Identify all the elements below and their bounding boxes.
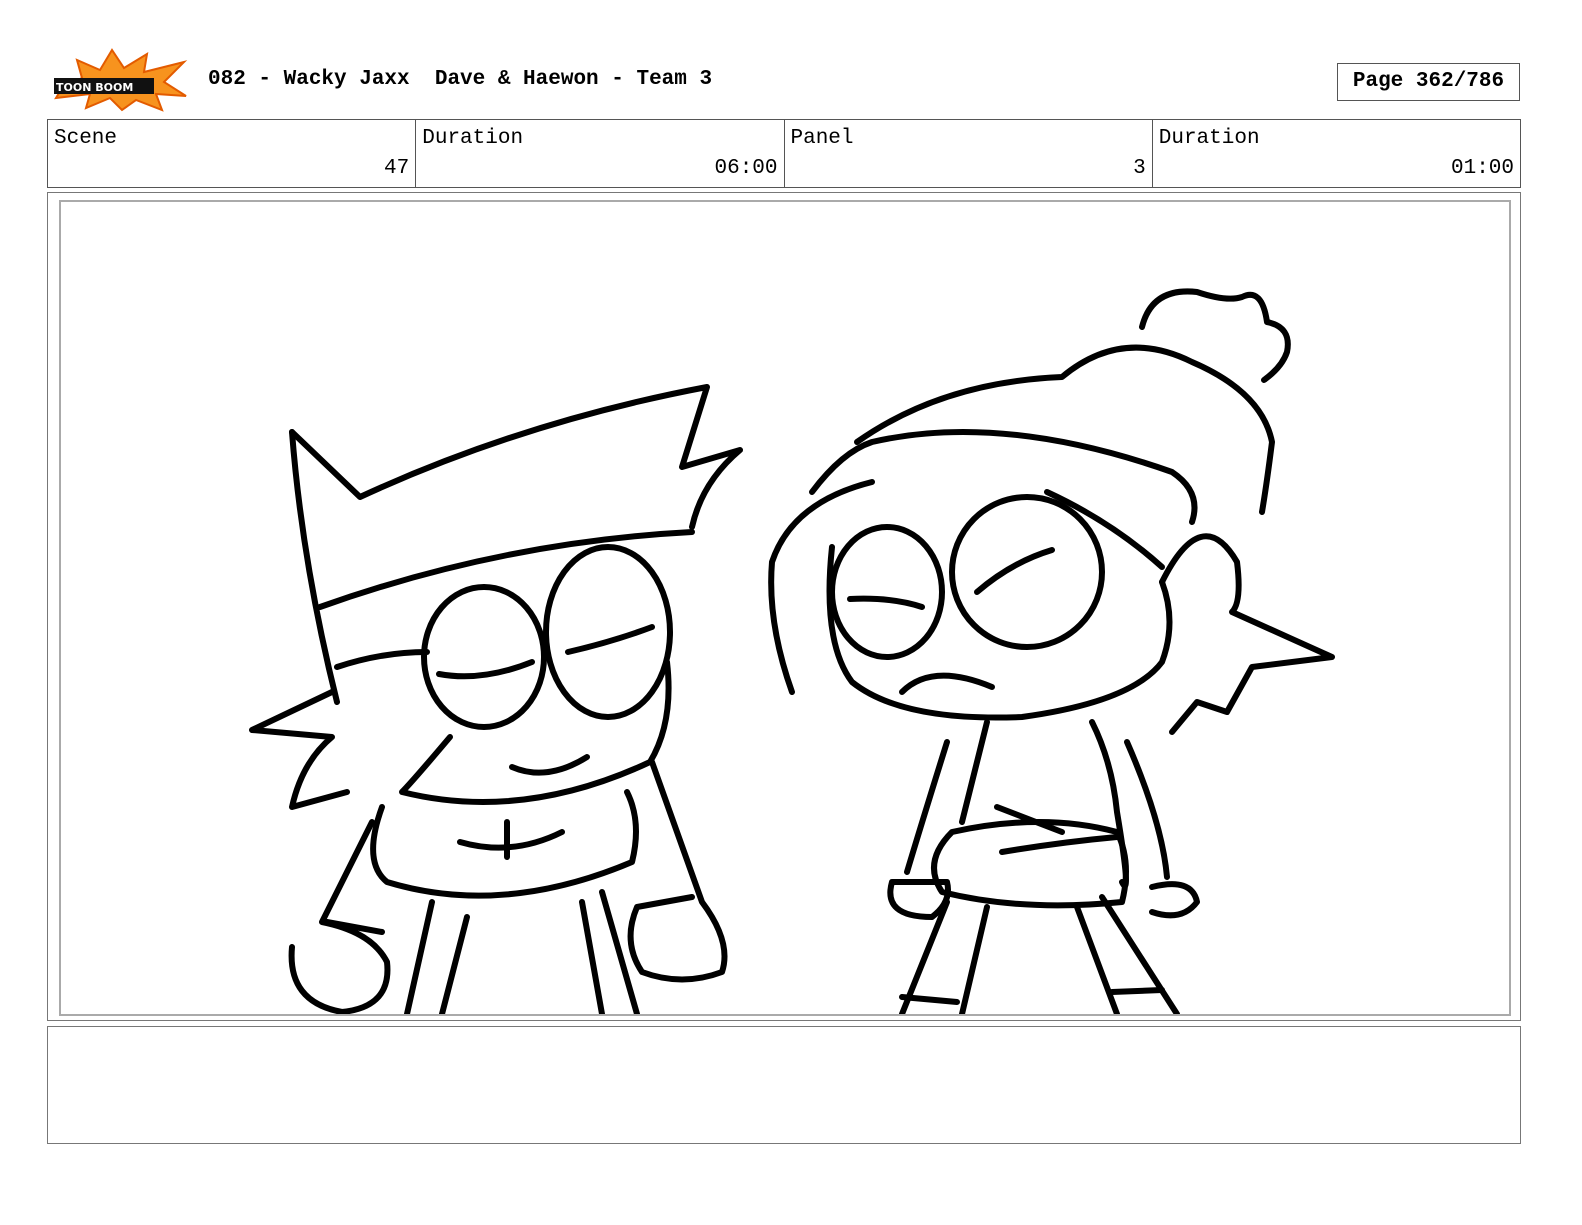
panel-drawing-frame [59,200,1511,1016]
storyboard-panel [47,192,1521,1021]
scene-cell: Scene 47 [48,120,417,187]
storyboard-title: 082 - Wacky Jaxx Dave & Haewon - Team 3 [208,68,713,91]
panel-duration-value: 01:00 [1450,157,1514,180]
scene-duration-label: Duration [422,127,524,150]
scene-value: 47 [384,157,410,180]
panel-info-table: Scene 47 Duration 06:00 Panel 3 Duration… [47,119,1521,188]
panel-cell: Panel 3 [785,120,1153,187]
scene-duration-cell: Duration 06:00 [416,120,785,187]
scene-label: Scene [54,127,118,150]
character-left-sketch [249,384,743,1014]
panel-label: Panel [790,127,854,150]
page-number: Page 362/786 [1337,63,1520,101]
panel-notes-box [47,1026,1521,1144]
panel-duration-label: Duration [1158,127,1260,150]
panel-duration-cell: Duration 01:00 [1153,120,1520,187]
panel-value: 3 [1133,157,1146,180]
toon-boom-logo: TOON BOOM [52,48,188,112]
character-right-sketch [768,288,1335,1014]
svg-text:TOON BOOM: TOON BOOM [56,81,133,94]
scene-duration-value: 06:00 [714,157,778,180]
sketch-drawing [249,288,1335,1014]
